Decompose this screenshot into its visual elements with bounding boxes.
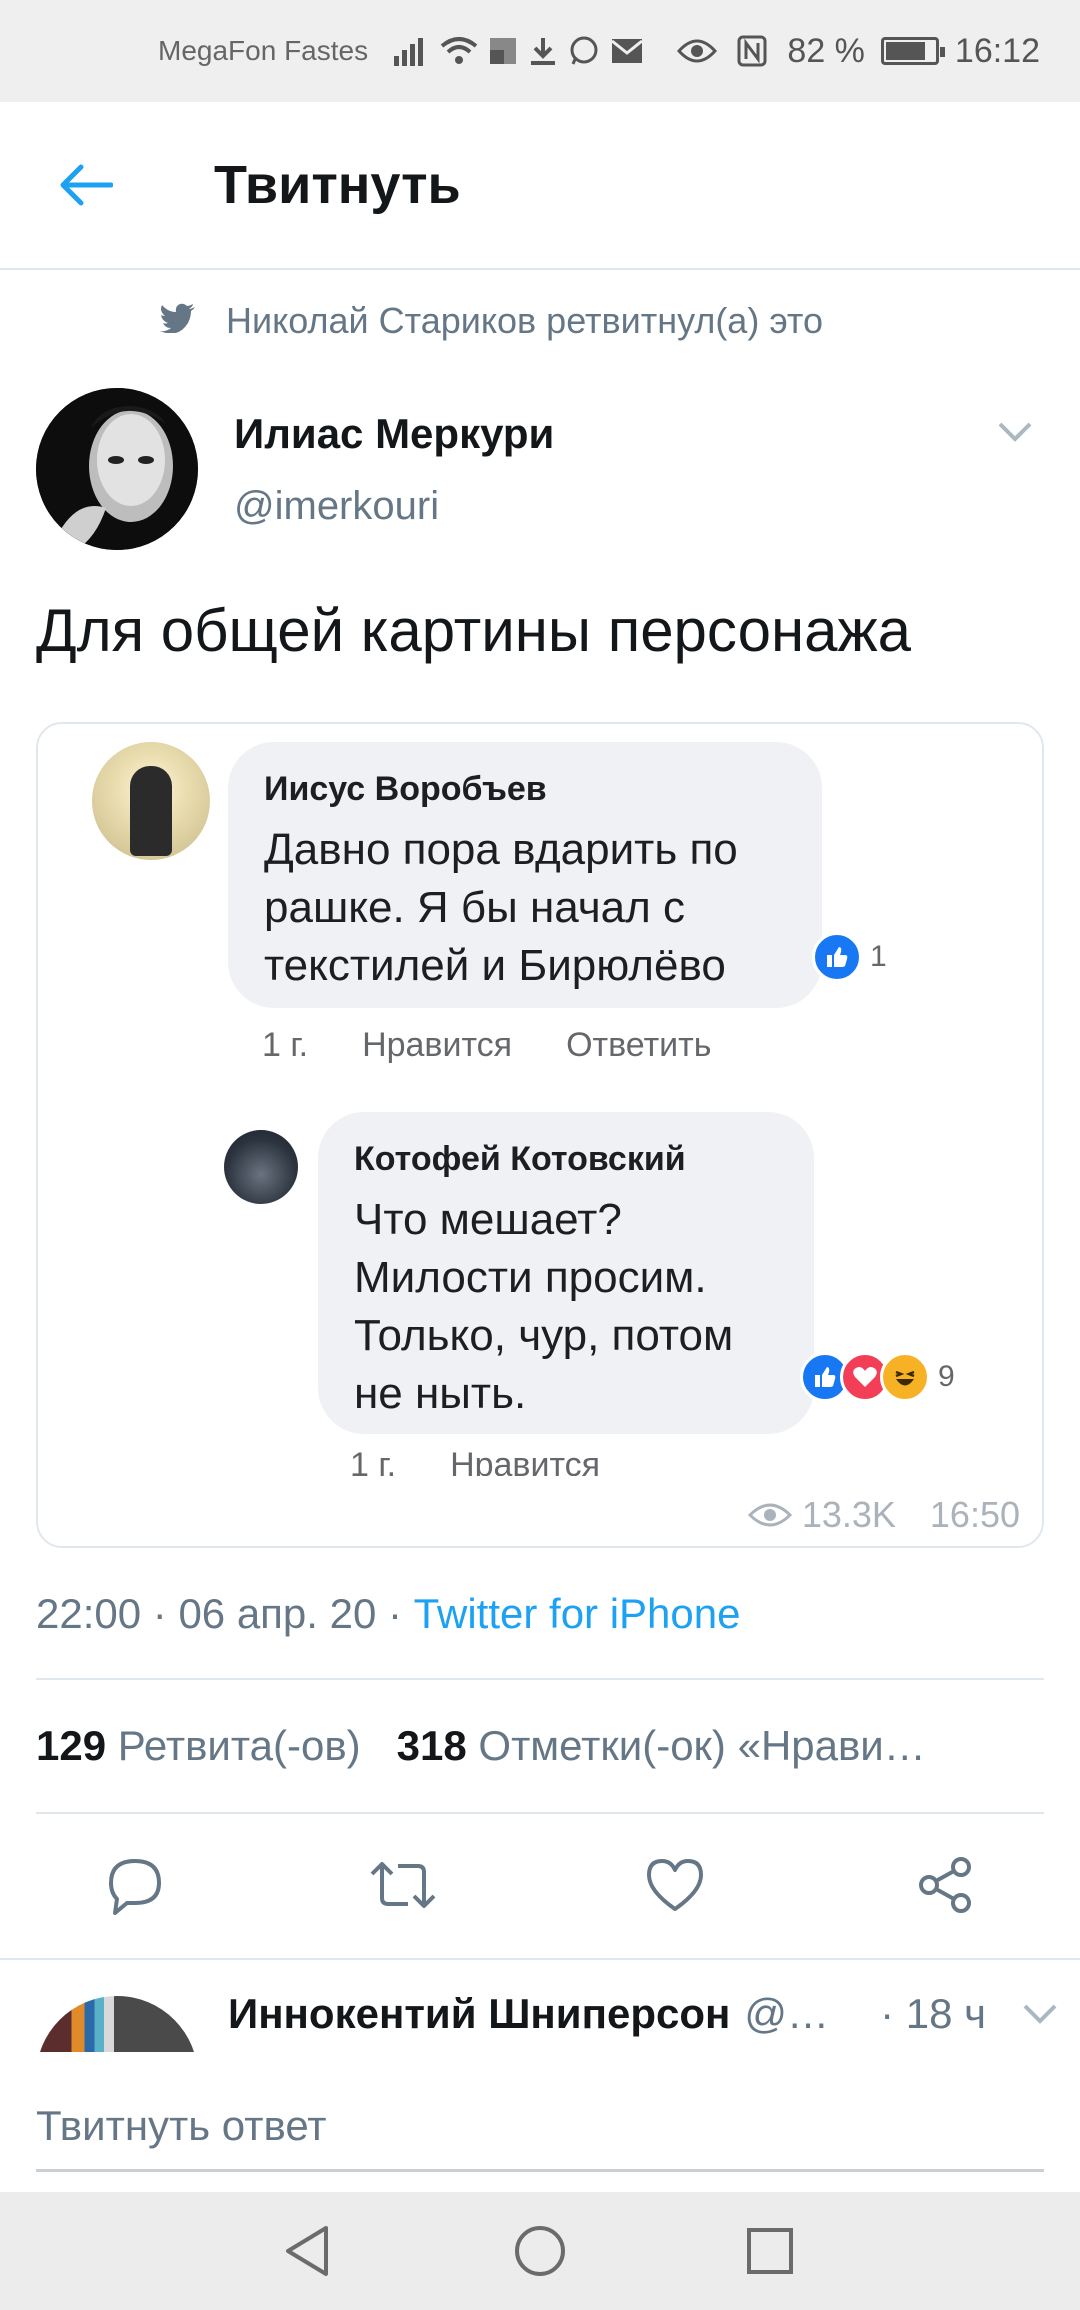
reply-input[interactable] [36,2052,1044,2172]
share-icon [919,1857,971,1913]
retweet-indicator[interactable]: Николай Стариков ретвитнул(а) это [160,300,823,342]
gallery-icon [488,36,518,66]
system-nav-bar [0,2192,1080,2310]
tweet-date: 06 апр. 20 [178,1590,377,1637]
arrow-left-icon [60,164,113,206]
tweet-text: Для общей картины персонажа [36,597,911,664]
compose-reply-bar [0,2052,1080,2192]
haha-reaction-icon [880,1352,930,1402]
reply-time: · 18 ч [880,1990,986,2037]
battery-percent: 82 % [787,31,865,70]
author-name[interactable]: Илиас Меркури [234,410,554,458]
tweet-time: 22:00 [36,1590,142,1637]
reply-header[interactable]: Иннокентий Шниперсон @… · 18 ч [228,1990,1058,2038]
media-watermark: 13.3K 16:50 [747,1494,1020,1536]
signal-icon [394,36,430,66]
media-views: 13.3K [801,1494,896,1535]
like-button[interactable] [640,1850,710,1920]
top-app-bar: Твитнуть [0,102,1080,270]
battery-level [885,42,925,60]
avatar-portrait [36,388,198,550]
comment2-reactions: 9 [800,1352,955,1402]
comment2-reaction-count: 9 [938,1360,955,1393]
reply-icon [109,1859,161,1915]
triangle-back-icon [286,2226,328,2276]
like-reaction-icon [812,932,862,982]
status-bar: MegaFon Fastes 82 % 16:12 [0,0,1080,102]
comment2-age: 1 г. [350,1446,397,1476]
share-button[interactable] [910,1850,980,1920]
eye-icon [747,1503,792,1527]
tweet-stats: 129 Ретвита(-ов) 318 Отметки(-ок) «Нрави… [36,1722,1036,1770]
comment2-like: Нравится [450,1446,601,1476]
retweets-count: 129 [36,1722,107,1769]
tweet-media-image[interactable]: Иисус Воробъев Давно пора вдарить по раш… [36,722,1044,1548]
reply-author-name: Иннокентий Шниперсон [228,1990,731,2037]
divider [0,1958,1080,1960]
square-recents-icon [747,2228,793,2274]
wifi-icon [440,36,478,66]
comment1-reactions: 1 [812,932,887,982]
comment1-reply: Ответить [566,1026,712,1064]
divider [36,1678,1044,1680]
heart-icon [647,1859,703,1911]
divider [36,1812,1044,1814]
comment2-text: Что мешает? Милости просим. Только, чур,… [354,1195,734,1418]
retweets-stat[interactable]: 129 Ретвита(-ов) [36,1722,361,1769]
clock: 16:12 [954,31,1040,70]
comment1-name: Иисус Воробъев [264,770,547,808]
whatsapp-icon [568,35,600,67]
tweet-source-link[interactable]: Twitter for iPhone [414,1590,741,1637]
retweet-button[interactable] [368,1850,438,1920]
eye-icon [677,37,718,65]
nav-recents-button[interactable] [735,2216,805,2286]
nav-back-button[interactable] [272,2216,342,2286]
circle-home-icon [515,2226,565,2276]
retweet-icon [370,1862,436,1908]
reply-button[interactable] [100,1850,170,1920]
author-handle[interactable]: @imerkouri [234,484,439,529]
comment2-bubble: Котофей Котовский Что мешает? Милости пр… [318,1112,814,1434]
retweets-label: Ретвита(-ов) [117,1722,361,1769]
comment1-like: Нравится [362,1026,513,1064]
commenter2-avatar [224,1130,298,1204]
reply-menu-button[interactable] [1022,2003,1058,2025]
separator-dot: · [388,1590,414,1637]
comment1-actions: 1 г. Нравится Ответить [262,1026,711,1065]
author-avatar[interactable] [36,388,198,550]
mail-icon [610,37,644,65]
likes-count: 318 [396,1722,467,1769]
nav-home-button[interactable] [505,2216,575,2286]
likes-label: Отметки(-ок) «Нрави… [478,1722,926,1769]
carrier-name: MegaFon Fastes [158,35,369,66]
comment2-actions: 1 г. Нравится [350,1446,600,1476]
comment2-name: Котофей Котовский [354,1140,686,1178]
page-title: Твитнуть [214,155,461,215]
comment1-age: 1 г. [262,1026,309,1064]
separator-dot: · [152,1590,179,1637]
comment1-bubble: Иисус Воробъев Давно пора вдарить по раш… [228,742,822,1008]
reply-author-handle: @… [744,1990,829,2037]
commenter1-avatar [92,742,210,860]
tweet-timestamp: 22:00 · 06 апр. 20 · Twitter for iPhone [36,1590,740,1638]
tweet-action-bar [0,1830,1080,1940]
back-button[interactable] [40,140,130,230]
media-time: 16:50 [929,1494,1020,1535]
nfc-icon [737,35,767,67]
twitter-bird-icon [160,300,196,342]
comment1-text: Давно пора вдарить по рашке. Я бы начал … [264,825,738,990]
tweet-menu-button[interactable] [990,412,1040,452]
comment1-reaction-count: 1 [870,940,887,973]
retweet-label: Николай Стариков ретвитнул(а) это [226,300,824,341]
chevron-down-icon [998,422,1032,442]
download-icon [528,36,558,66]
chevron-down-icon [1023,2004,1057,2024]
battery-icon [880,37,945,65]
likes-stat[interactable]: 318 Отметки(-ок) «Нрави… [397,1722,926,1769]
